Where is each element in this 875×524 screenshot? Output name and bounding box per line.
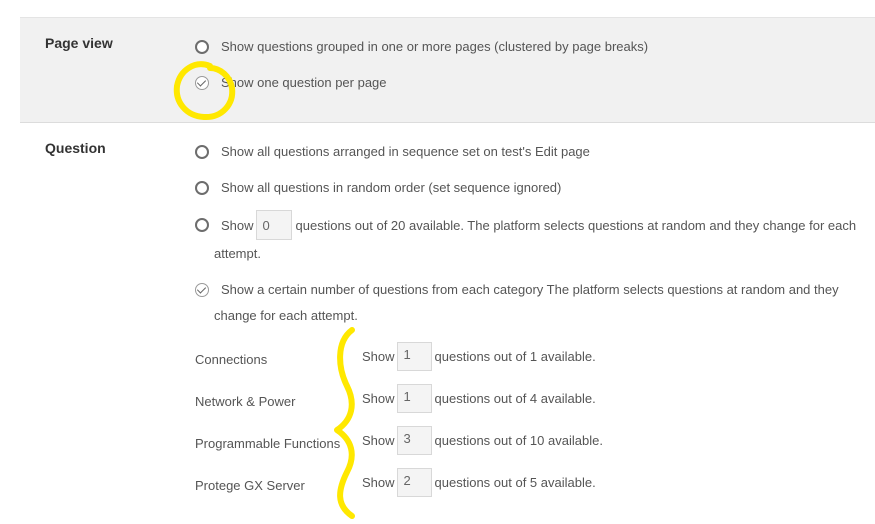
option-label: Show a certain number of questions from … bbox=[221, 282, 839, 297]
radio-unchecked-icon[interactable] bbox=[195, 144, 209, 159]
show-label: Show bbox=[362, 475, 395, 490]
category-control-protege-gx-server: Show 2 questions out of 5 available. bbox=[362, 468, 596, 497]
radio-unchecked-icon[interactable] bbox=[195, 218, 209, 232]
page-view-title: Page view bbox=[45, 35, 113, 51]
available-text: questions out of 10 available. bbox=[434, 433, 603, 448]
question-count-input[interactable]: 0 bbox=[255, 210, 292, 240]
radio-unchecked-icon[interactable] bbox=[195, 180, 209, 195]
show-label: Show bbox=[362, 391, 395, 406]
category-label-protege-gx-server: Protege GX Server bbox=[195, 478, 305, 493]
option-label: Show all questions in random order (set … bbox=[221, 180, 562, 195]
category-control-connections: Show 1 questions out of 1 available. bbox=[362, 342, 596, 371]
option-label: Show bbox=[221, 217, 254, 233]
category-label-programmable-functions: Programmable Functions bbox=[195, 436, 341, 451]
show-label: Show bbox=[362, 433, 395, 448]
question-option-sequence[interactable]: Show all questions arranged in sequence … bbox=[195, 144, 590, 159]
available-text: questions out of 1 available. bbox=[434, 349, 596, 364]
category-count-input[interactable]: 1 bbox=[396, 342, 432, 371]
available-text: questions out of 4 available. bbox=[434, 391, 596, 406]
question-option-per-category[interactable]: Show a certain number of questions from … bbox=[195, 282, 839, 297]
category-label-connections: Connections bbox=[195, 352, 268, 367]
question-option-show-n[interactable]: Show 0 questions out of 20 available. Th… bbox=[195, 210, 856, 240]
highlight-brace-annotation bbox=[334, 327, 355, 519]
show-label: Show bbox=[362, 349, 395, 364]
radio-checked-icon[interactable] bbox=[195, 282, 209, 297]
question-title: Question bbox=[45, 140, 106, 156]
category-count-input[interactable]: 2 bbox=[396, 468, 432, 497]
page-view-section bbox=[20, 17, 875, 123]
option-label: Show all questions arranged in sequence … bbox=[221, 144, 590, 159]
question-option-random[interactable]: Show all questions in random order (set … bbox=[195, 180, 561, 195]
page-view-option-grouped[interactable]: Show questions grouped in one or more pa… bbox=[195, 39, 648, 54]
option-wrap-text: attempt. bbox=[214, 246, 261, 261]
option-wrap-text: change for each attempt. bbox=[214, 308, 358, 323]
page-view-option-one-per-page[interactable]: Show one question per page bbox=[195, 75, 387, 90]
radio-unchecked-icon[interactable] bbox=[195, 39, 209, 54]
radio-checked-icon[interactable] bbox=[195, 75, 209, 90]
category-control-programmable-functions: Show 3 questions out of 10 available. bbox=[362, 426, 603, 455]
option-label: Show questions grouped in one or more pa… bbox=[221, 39, 649, 54]
option-label: questions out of 20 available. The platf… bbox=[295, 217, 857, 233]
available-text: questions out of 5 available. bbox=[434, 475, 596, 490]
category-count-input[interactable]: 1 bbox=[396, 384, 432, 413]
category-label-network-power: Network & Power bbox=[195, 394, 296, 409]
category-control-network-power: Show 1 questions out of 4 available. bbox=[362, 384, 596, 413]
category-count-input[interactable]: 3 bbox=[396, 426, 432, 455]
option-label: Show one question per page bbox=[221, 75, 387, 90]
